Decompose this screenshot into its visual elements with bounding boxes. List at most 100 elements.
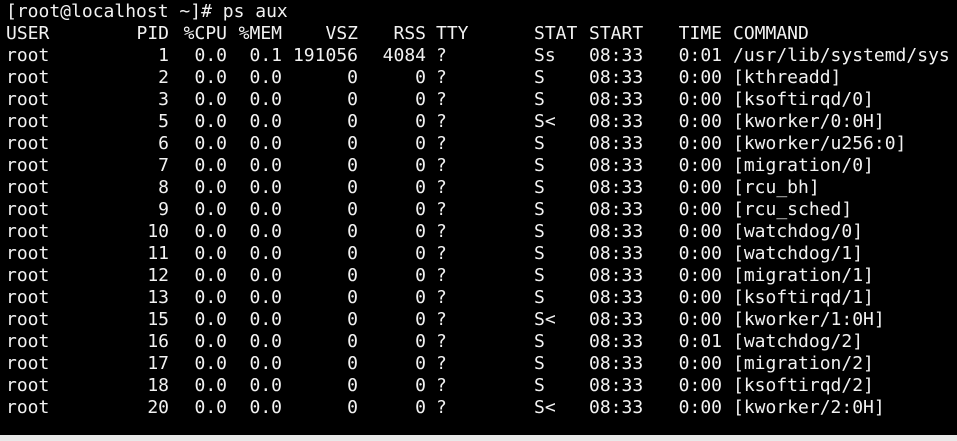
cell-mem: 0.0 [249, 133, 282, 154]
cell-cpu: 0.0 [194, 155, 227, 176]
cell-user: root [6, 89, 50, 110]
cell-vsz: 0 [347, 111, 358, 132]
cell-pid: 10 [147, 221, 169, 242]
header-tty: TTY [436, 23, 469, 44]
cell-command: [migration/1] [733, 265, 874, 286]
cell-user: root [6, 177, 50, 198]
cell-vsz: 191056 [292, 45, 358, 66]
cell-stat: S< [534, 397, 556, 418]
cell-command: [migration/0] [733, 155, 874, 176]
cell-cpu: 0.0 [194, 177, 227, 198]
cell-stat: S [534, 353, 545, 374]
cell-stat: S [534, 265, 545, 286]
cell-vsz: 0 [347, 397, 358, 418]
cell-stat: S [534, 375, 545, 396]
header-start: START [589, 23, 644, 44]
cell-start: 08:33 [589, 45, 644, 66]
cell-user: root [6, 287, 50, 308]
cell-time: 0:00 [678, 265, 722, 286]
cell-rss: 0 [415, 243, 426, 264]
cell-command: [ksoftirqd/1] [733, 287, 874, 308]
cell-stat: S< [534, 111, 556, 132]
header-command: COMMAND [733, 23, 809, 44]
cell-vsz: 0 [347, 133, 358, 154]
cell-mem: 0.0 [249, 199, 282, 220]
cell-tty: ? [436, 331, 447, 352]
cell-command: [rcu_sched] [733, 199, 853, 220]
cell-mem: 0.0 [249, 221, 282, 242]
cell-rss: 0 [415, 199, 426, 220]
header-user: USER [6, 23, 50, 44]
header-mem: %MEM [238, 23, 282, 44]
cell-rss: 0 [415, 221, 426, 242]
cell-cpu: 0.0 [194, 199, 227, 220]
cell-user: root [6, 375, 50, 396]
cell-start: 08:33 [589, 331, 644, 352]
cell-rss: 0 [415, 397, 426, 418]
cell-pid: 7 [158, 155, 169, 176]
shell-prompt-line: [root@localhost ~]# ps aux [6, 1, 288, 22]
cell-pid: 12 [147, 265, 169, 286]
cell-cpu: 0.0 [194, 243, 227, 264]
cell-command: [migration/2] [733, 353, 874, 374]
header-cpu: %CPU [183, 23, 227, 44]
cell-stat: S [534, 287, 545, 308]
header-stat: STAT [534, 23, 578, 44]
cell-time: 0:00 [678, 199, 722, 220]
cell-mem: 0.0 [249, 265, 282, 286]
cell-mem: 0.0 [249, 243, 282, 264]
cell-rss: 0 [415, 177, 426, 198]
cell-tty: ? [436, 397, 447, 418]
cell-pid: 11 [147, 243, 169, 264]
cell-mem: 0.0 [249, 353, 282, 374]
cell-pid: 20 [147, 397, 169, 418]
cell-tty: ? [436, 353, 447, 374]
cell-pid: 15 [147, 309, 169, 330]
cell-vsz: 0 [347, 243, 358, 264]
cell-tty: ? [436, 177, 447, 198]
cell-user: root [6, 221, 50, 242]
cell-rss: 0 [415, 155, 426, 176]
cell-user: root [6, 243, 50, 264]
cell-time: 0:00 [678, 155, 722, 176]
cell-pid: 6 [158, 133, 169, 154]
cell-user: root [6, 155, 50, 176]
cell-vsz: 0 [347, 265, 358, 286]
cell-stat: S [534, 67, 545, 88]
cell-tty: ? [436, 155, 447, 176]
cell-time: 0:00 [678, 353, 722, 374]
cell-tty: ? [436, 375, 447, 396]
cell-rss: 0 [415, 89, 426, 110]
cell-start: 08:33 [589, 375, 644, 396]
cell-time: 0:00 [678, 397, 722, 418]
cell-mem: 0.0 [249, 67, 282, 88]
cell-stat: S< [534, 309, 556, 330]
cell-rss: 4084 [382, 45, 426, 66]
cell-cpu: 0.0 [194, 309, 227, 330]
cell-command: /usr/lib/systemd/sys [733, 45, 950, 66]
cell-command: [ksoftirqd/0] [733, 89, 874, 110]
header-vsz: VSZ [325, 23, 358, 44]
cell-user: root [6, 67, 50, 88]
terminal-window[interactable]: [root@localhost ~]# ps aux USER PID %CPU… [0, 0, 957, 441]
cell-time: 0:00 [678, 375, 722, 396]
cell-user: root [6, 265, 50, 286]
cell-time: 0:00 [678, 89, 722, 110]
cell-cpu: 0.0 [194, 375, 227, 396]
cell-rss: 0 [415, 265, 426, 286]
cell-mem: 0.0 [249, 375, 282, 396]
cell-time: 0:00 [678, 67, 722, 88]
cell-start: 08:33 [589, 199, 644, 220]
cell-vsz: 0 [347, 309, 358, 330]
cell-stat: S [534, 243, 545, 264]
process-table-header: USER PID %CPU %MEM VSZ RSS TTY STAT STAR… [6, 23, 809, 45]
cell-rss: 0 [415, 331, 426, 352]
cell-stat: Ss [534, 45, 556, 66]
cell-cpu: 0.0 [194, 67, 227, 88]
cell-time: 0:01 [678, 45, 722, 66]
cell-cpu: 0.0 [194, 133, 227, 154]
cell-tty: ? [436, 111, 447, 132]
cell-time: 0:00 [678, 111, 722, 132]
cell-stat: S [534, 199, 545, 220]
cell-rss: 0 [415, 375, 426, 396]
